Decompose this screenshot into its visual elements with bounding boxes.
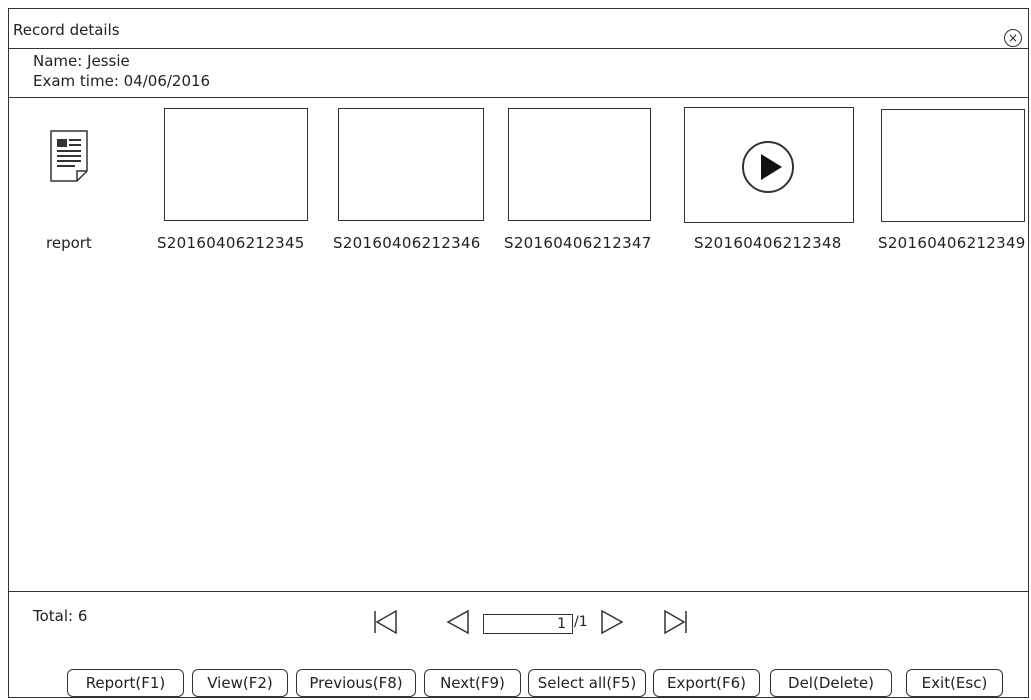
image-thumbnail[interactable] xyxy=(508,108,651,221)
window-title: Record details xyxy=(13,21,120,39)
view-button[interactable]: View(F2) xyxy=(192,669,288,697)
report-document-icon[interactable] xyxy=(49,129,89,183)
image-thumbnail[interactable] xyxy=(881,109,1025,222)
record-name: Name: Jessie xyxy=(33,52,130,70)
last-page-icon[interactable] xyxy=(661,608,689,636)
divider xyxy=(9,591,1028,592)
select-all-button[interactable]: Select all(F5) xyxy=(528,669,646,697)
report-button[interactable]: Report(F1) xyxy=(67,669,184,697)
thumbnail-caption: S20160406212347 xyxy=(504,234,652,252)
divider xyxy=(9,97,1028,98)
previous-page-icon[interactable] xyxy=(444,608,472,636)
next-button[interactable]: Next(F9) xyxy=(424,669,521,697)
page-total: /1 xyxy=(574,614,588,630)
delete-button[interactable]: Del(Delete) xyxy=(770,669,892,697)
report-label: report xyxy=(46,234,92,252)
thumbnail-caption: S20160406212348 xyxy=(694,234,842,252)
page-number-input[interactable]: 1 xyxy=(483,614,573,634)
play-icon[interactable] xyxy=(741,140,795,194)
total-count: Total: 6 xyxy=(33,607,88,625)
image-thumbnail[interactable] xyxy=(164,108,308,221)
thumbnail-caption: S20160406212349 xyxy=(878,234,1026,252)
previous-button[interactable]: Previous(F8) xyxy=(296,669,416,697)
next-page-icon[interactable] xyxy=(598,608,626,636)
record-details-window: Record details × Name: Jessie Exam time:… xyxy=(8,8,1029,698)
exit-button[interactable]: Exit(Esc) xyxy=(906,669,1003,697)
exam-time: Exam time: 04/06/2016 xyxy=(33,72,211,90)
first-page-icon[interactable] xyxy=(372,608,400,636)
image-thumbnail[interactable] xyxy=(338,108,484,221)
video-thumbnail[interactable] xyxy=(684,107,854,223)
thumbnail-caption: S20160406212345 xyxy=(157,234,305,252)
thumbnail-caption: S20160406212346 xyxy=(333,234,481,252)
divider xyxy=(9,48,1028,49)
export-button[interactable]: Export(F6) xyxy=(653,669,760,697)
close-icon[interactable]: × xyxy=(1004,29,1022,47)
